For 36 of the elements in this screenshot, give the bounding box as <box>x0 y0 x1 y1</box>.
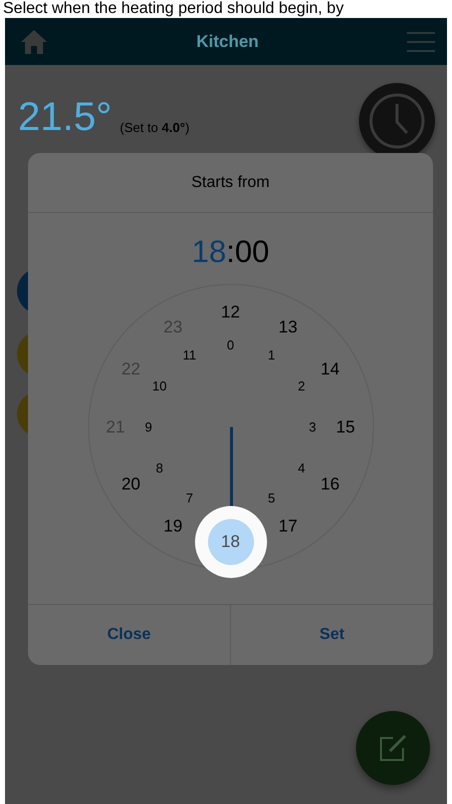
minute-value[interactable]: 00 <box>234 234 270 269</box>
menu-icon <box>407 32 435 52</box>
clock-hour[interactable]: 2 <box>298 379 306 392</box>
clock-hour[interactable]: 19 <box>164 518 182 535</box>
clock-hour[interactable]: 8 <box>156 461 164 474</box>
menu-button[interactable] <box>407 32 435 52</box>
clock-hour[interactable]: 17 <box>278 518 298 535</box>
clock-hour[interactable]: 15 <box>336 418 355 435</box>
clock-hour[interactable]: 16 <box>320 476 340 492</box>
header-title: Kitchen <box>196 30 259 53</box>
clock-icon <box>368 92 426 150</box>
selected-hour[interactable]: 18 <box>208 518 254 564</box>
clock-hour[interactable]: 0 <box>226 338 234 351</box>
clock-hour[interactable]: 3 <box>308 420 316 433</box>
dialog-title: Starts from <box>28 153 433 213</box>
clock-hour[interactable]: 7 <box>186 491 194 504</box>
setpoint-text: (Set to 4.0°) <box>120 118 190 137</box>
clock-hour[interactable]: 14 <box>320 360 340 378</box>
dialog-button[interactable]: Set <box>230 605 433 665</box>
clock-hour[interactable]: 5 <box>268 491 276 504</box>
home-button[interactable] <box>20 28 48 54</box>
clock-hour[interactable]: 4 <box>298 461 306 474</box>
time-separator: : <box>226 234 235 269</box>
clock-hour[interactable]: 10 <box>152 379 167 392</box>
clock-hour[interactable]: 20 <box>121 476 140 492</box>
dialog-button[interactable]: Close <box>28 605 230 665</box>
hour-value[interactable]: 18 <box>192 234 226 269</box>
clock-hour[interactable]: 9 <box>144 420 152 433</box>
clock-hour[interactable]: 12 <box>221 303 240 320</box>
clock-hour[interactable]: 11 <box>182 348 196 362</box>
clock-hour[interactable]: 1 <box>268 348 276 362</box>
edit-icon <box>379 734 407 762</box>
home-icon <box>20 28 48 54</box>
clock-hour[interactable]: 13 <box>278 318 298 336</box>
temperature-reading: 21.5° <box>18 97 112 137</box>
caption-text: Select when the heating period should begin, by <box>2 0 345 18</box>
